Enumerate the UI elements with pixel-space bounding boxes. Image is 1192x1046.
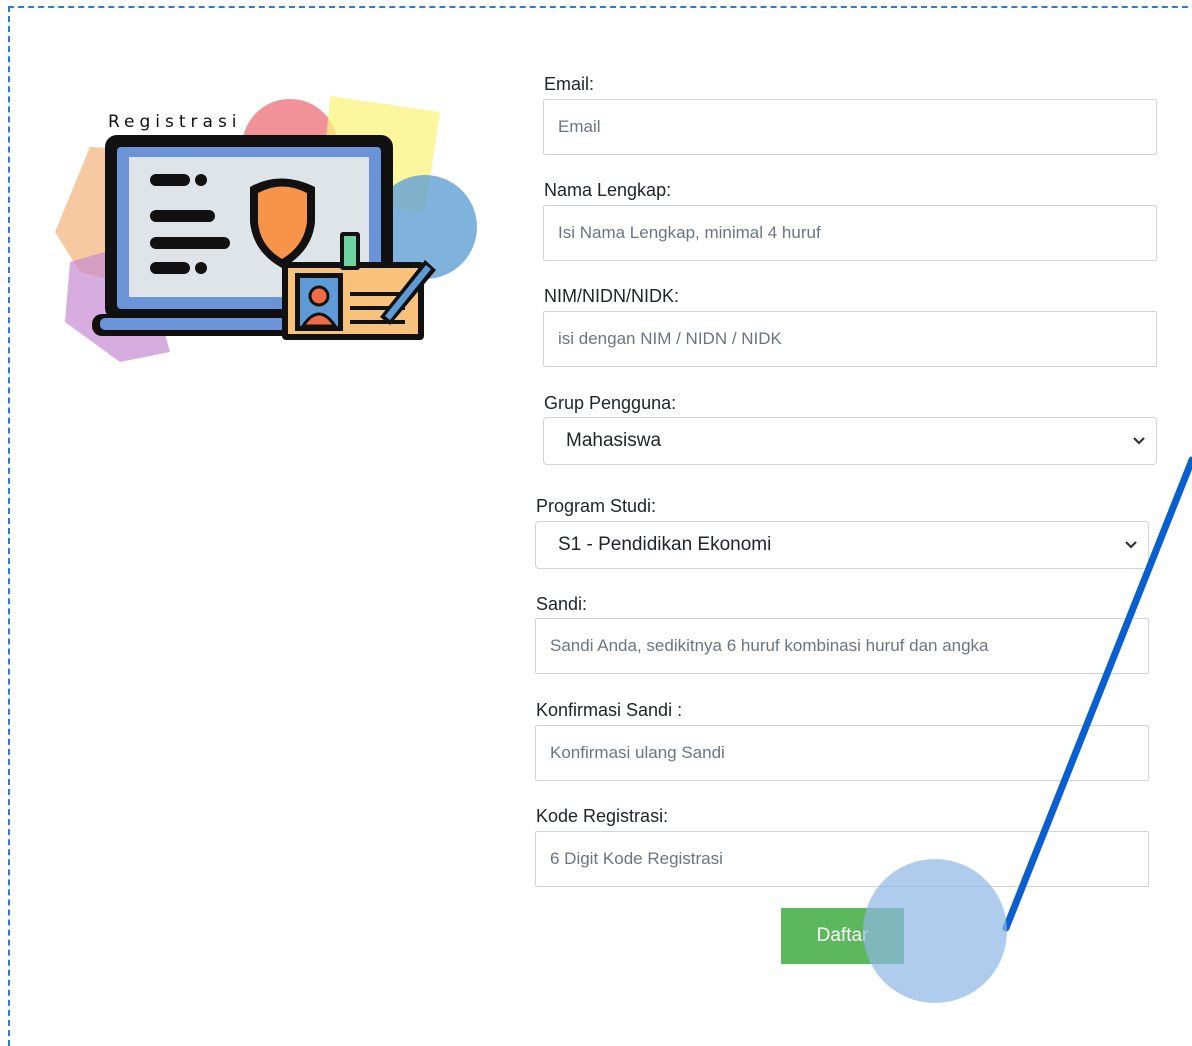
grup-pengguna-value: Mahasiswa: [566, 430, 662, 451]
nim-label: NIM/NIDN/NIDK:: [544, 286, 679, 306]
chevron-down-icon: [1133, 437, 1145, 445]
grup-pengguna-select[interactable]: Mahasiswa: [543, 417, 1157, 465]
konfirmasi-sandi-field[interactable]: [535, 725, 1149, 781]
chevron-down-icon: [1125, 541, 1137, 549]
laptop-id-card-icon: [55, 96, 477, 362]
sandi-label: Sandi:: [536, 594, 588, 614]
sandi-field[interactable]: [535, 618, 1149, 674]
nim-field[interactable]: [543, 311, 1157, 367]
program-studi-select[interactable]: S1 - Pendidikan Ekonomi: [535, 521, 1149, 569]
daftar-button[interactable]: Daftar: [781, 908, 904, 964]
grup-pengguna-label: Grup Pengguna:: [544, 393, 677, 413]
illustration-caption: Registrasi: [108, 112, 242, 132]
kode-registrasi-label: Kode Registrasi:: [536, 806, 669, 826]
program-studi-label: Program Studi:: [536, 496, 657, 516]
registration-illustration: Registrasi: [50, 92, 480, 367]
email-field[interactable]: [543, 99, 1157, 155]
kode-registrasi-field[interactable]: [535, 831, 1149, 887]
nama-lengkap-label: Nama Lengkap:: [544, 180, 672, 200]
konfirmasi-sandi-label: Konfirmasi Sandi :: [536, 700, 683, 720]
program-studi-value: S1 - Pendidikan Ekonomi: [558, 534, 772, 555]
email-label: Email:: [544, 74, 595, 94]
nama-lengkap-field[interactable]: [543, 205, 1157, 261]
